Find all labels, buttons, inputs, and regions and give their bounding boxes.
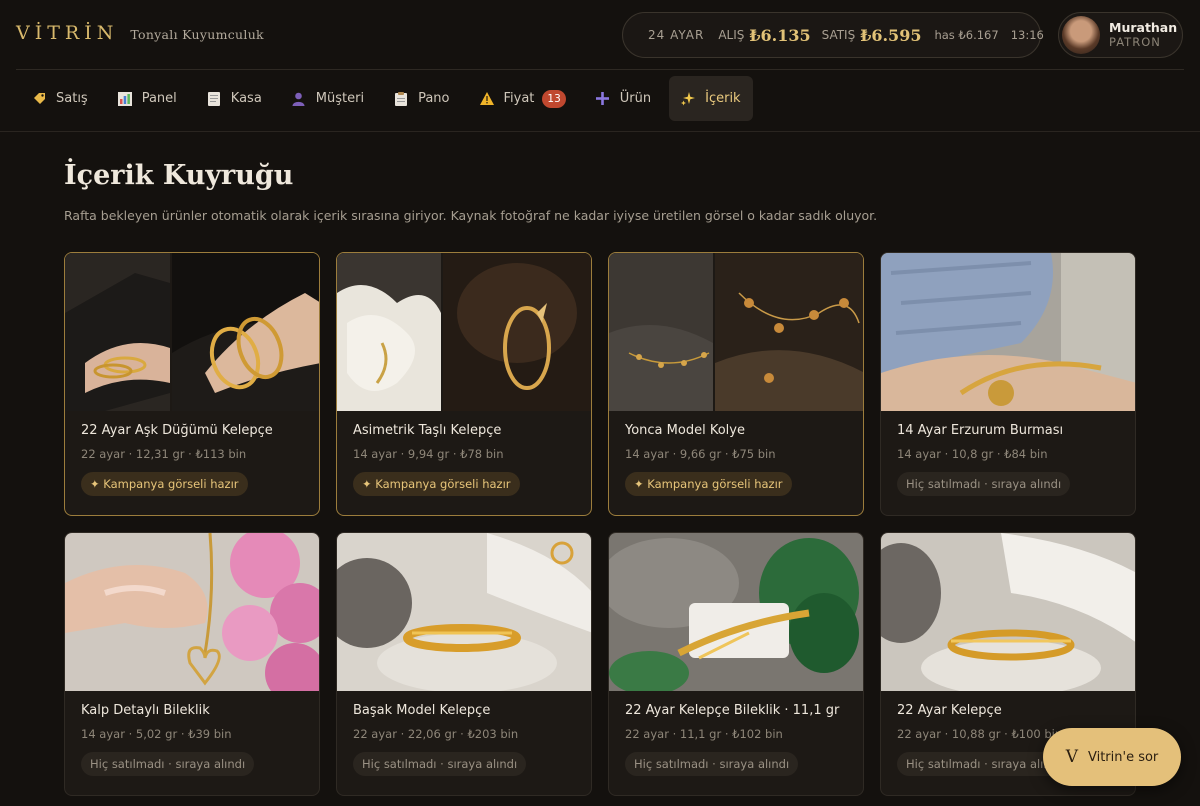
nav-item-urun[interactable]: Ürün — [584, 76, 663, 121]
brand[interactable]: VİTRİN Tonyalı Kuyumculuk — [16, 22, 264, 44]
product-card[interactable]: Kalp Detaylı Bileklik 14 ayar · 5,02 gr … — [64, 532, 320, 796]
status-badge: Hiç satılmadı · sıraya alındı — [81, 752, 255, 776]
card-meta: 22 ayar · 11,1 gr · ₺102 bin — [625, 727, 783, 741]
avatar — [1062, 16, 1100, 54]
clipboard-icon — [394, 91, 408, 106]
product-image — [65, 533, 319, 691]
vitrin-logo-icon: V — [1065, 747, 1078, 767]
card-title: 22 Ayar Aşk Düğümü Kelepçe — [81, 423, 273, 438]
product-card[interactable]: Yonca Model Kolye 14 ayar · 9,66 gr · ₺7… — [608, 252, 864, 516]
card-title: Başak Model Kelepçe — [353, 703, 491, 718]
content-queue-grid: 22 Ayar Aşk Düğümü Kelepçe 22 ayar · 12,… — [64, 252, 1136, 796]
product-image — [65, 253, 319, 411]
status-badge: Hiç satılmadı · sıraya alındı — [353, 752, 527, 776]
status-badge: ✦ Kampanya görseli hazır — [353, 472, 520, 496]
user-menu[interactable]: Murathan PATRON — [1058, 12, 1183, 58]
nav-label: İçerik — [705, 91, 741, 106]
nav-label: Panel — [141, 91, 177, 106]
product-card[interactable]: 14 Ayar Erzurum Burması 14 ayar · 10,8 g… — [880, 252, 1136, 516]
receipt-icon — [207, 91, 221, 106]
status-badge: Hiç satılmadı · sıraya alındı — [897, 472, 1071, 496]
product-card[interactable]: Başak Model Kelepçe 22 ayar · 22,06 gr ·… — [336, 532, 592, 796]
price-alert-badge: 13 — [542, 89, 566, 108]
status-badge: Hiç satılmadı · sıraya alındı — [625, 752, 799, 776]
nav-label: Pano — [418, 91, 450, 106]
card-title: 22 Ayar Kelepçe Bileklik · 11,1 gr — [625, 703, 840, 718]
warning-icon — [479, 92, 494, 106]
gold-price-ticker: 24 AYAR ALIŞ ₺6.135 SATIŞ ₺6.595 has ₺6.… — [622, 12, 1044, 58]
card-title: Asimetrik Taşlı Kelepçe — [353, 423, 502, 438]
buy-price: ₺6.135 — [749, 25, 811, 45]
nav-label: Kasa — [230, 91, 262, 106]
nav-item-fiyat[interactable]: Fiyat 13 — [468, 76, 578, 121]
nav-item-icerik[interactable]: İçerik — [669, 76, 753, 121]
card-title: Yonca Model Kolye — [625, 423, 745, 438]
nav-divider — [0, 131, 1200, 132]
product-image — [337, 533, 591, 691]
product-image — [337, 253, 591, 411]
header-divider — [16, 69, 1184, 70]
page-title: İçerik Kuyruğu — [64, 160, 294, 191]
status-badge: ✦ Kampanya görseli hazır — [81, 472, 248, 496]
tag-icon — [32, 92, 46, 106]
nav-item-pano[interactable]: Pano — [382, 76, 461, 121]
nav-item-musteri[interactable]: Müşteri — [280, 76, 376, 121]
card-meta: 14 ayar · 10,8 gr · ₺84 bin — [897, 447, 1048, 461]
card-title: Kalp Detaylı Bileklik — [81, 703, 210, 718]
product-card[interactable]: 22 Ayar Aşk Düğümü Kelepçe 22 ayar · 12,… — [64, 252, 320, 516]
user-name: Murathan — [1109, 20, 1178, 35]
top-bar: VİTRİN Tonyalı Kuyumculuk 24 AYAR ALIŞ ₺… — [0, 0, 1200, 70]
product-card[interactable]: Asimetrik Taşlı Kelepçe 14 ayar · 9,94 g… — [336, 252, 592, 516]
ask-vitrin-label: Vitrin'e sor — [1087, 749, 1159, 765]
sell-price: ₺6.595 — [860, 25, 922, 45]
buy-label: ALIŞ — [718, 28, 745, 42]
nav-label: Satış — [56, 91, 88, 106]
nav-label: Ürün — [619, 91, 652, 106]
card-meta: 14 ayar · 5,02 gr · ₺39 bin — [81, 727, 232, 741]
product-image — [881, 533, 1135, 691]
ticker-karat: 24 AYAR — [648, 28, 705, 42]
sparkles-icon — [681, 91, 696, 106]
card-meta: 22 ayar · 22,06 gr · ₺203 bin — [353, 727, 519, 741]
product-image — [609, 533, 863, 691]
card-meta: 14 ayar · 9,66 gr · ₺75 bin — [625, 447, 776, 461]
person-icon — [292, 92, 306, 106]
nav-label: Müşteri — [315, 91, 365, 106]
product-card[interactable]: 22 Ayar Kelepçe Bileklik · 11,1 gr 22 ay… — [608, 532, 864, 796]
user-role: PATRON — [1109, 35, 1161, 49]
brand-logo: VİTRİN — [16, 22, 119, 44]
has-price: has ₺6.167 — [934, 28, 999, 42]
card-meta: 14 ayar · 9,94 gr · ₺78 bin — [353, 447, 504, 461]
nav-item-satis[interactable]: Satış — [20, 76, 100, 121]
card-meta: 22 ayar · 12,31 gr · ₺113 bin — [81, 447, 247, 461]
product-image — [609, 253, 863, 411]
product-image — [881, 253, 1135, 411]
nav-label: Fiyat — [503, 91, 535, 106]
nav-item-panel[interactable]: Panel — [106, 76, 189, 121]
status-badge: ✦ Kampanya görseli hazır — [625, 472, 792, 496]
ticker-time: 13:16 — [1010, 28, 1044, 42]
card-title: 14 Ayar Erzurum Burması — [897, 423, 1064, 438]
brand-subtitle: Tonyalı Kuyumculuk — [130, 27, 264, 42]
page-description: Rafta bekleyen ürünler otomatik olarak i… — [64, 208, 878, 223]
bar-chart-icon — [117, 91, 132, 106]
ask-vitrin-button[interactable]: V Vitrin'e sor — [1043, 728, 1181, 786]
main-nav: Satış Panel Kasa Müşteri Pano Fiyat 13 Ü… — [20, 76, 753, 121]
sell-label: SATIŞ — [821, 28, 856, 42]
plus-icon — [596, 92, 610, 106]
nav-item-kasa[interactable]: Kasa — [195, 76, 274, 121]
card-title: 22 Ayar Kelepçe — [897, 703, 1002, 718]
